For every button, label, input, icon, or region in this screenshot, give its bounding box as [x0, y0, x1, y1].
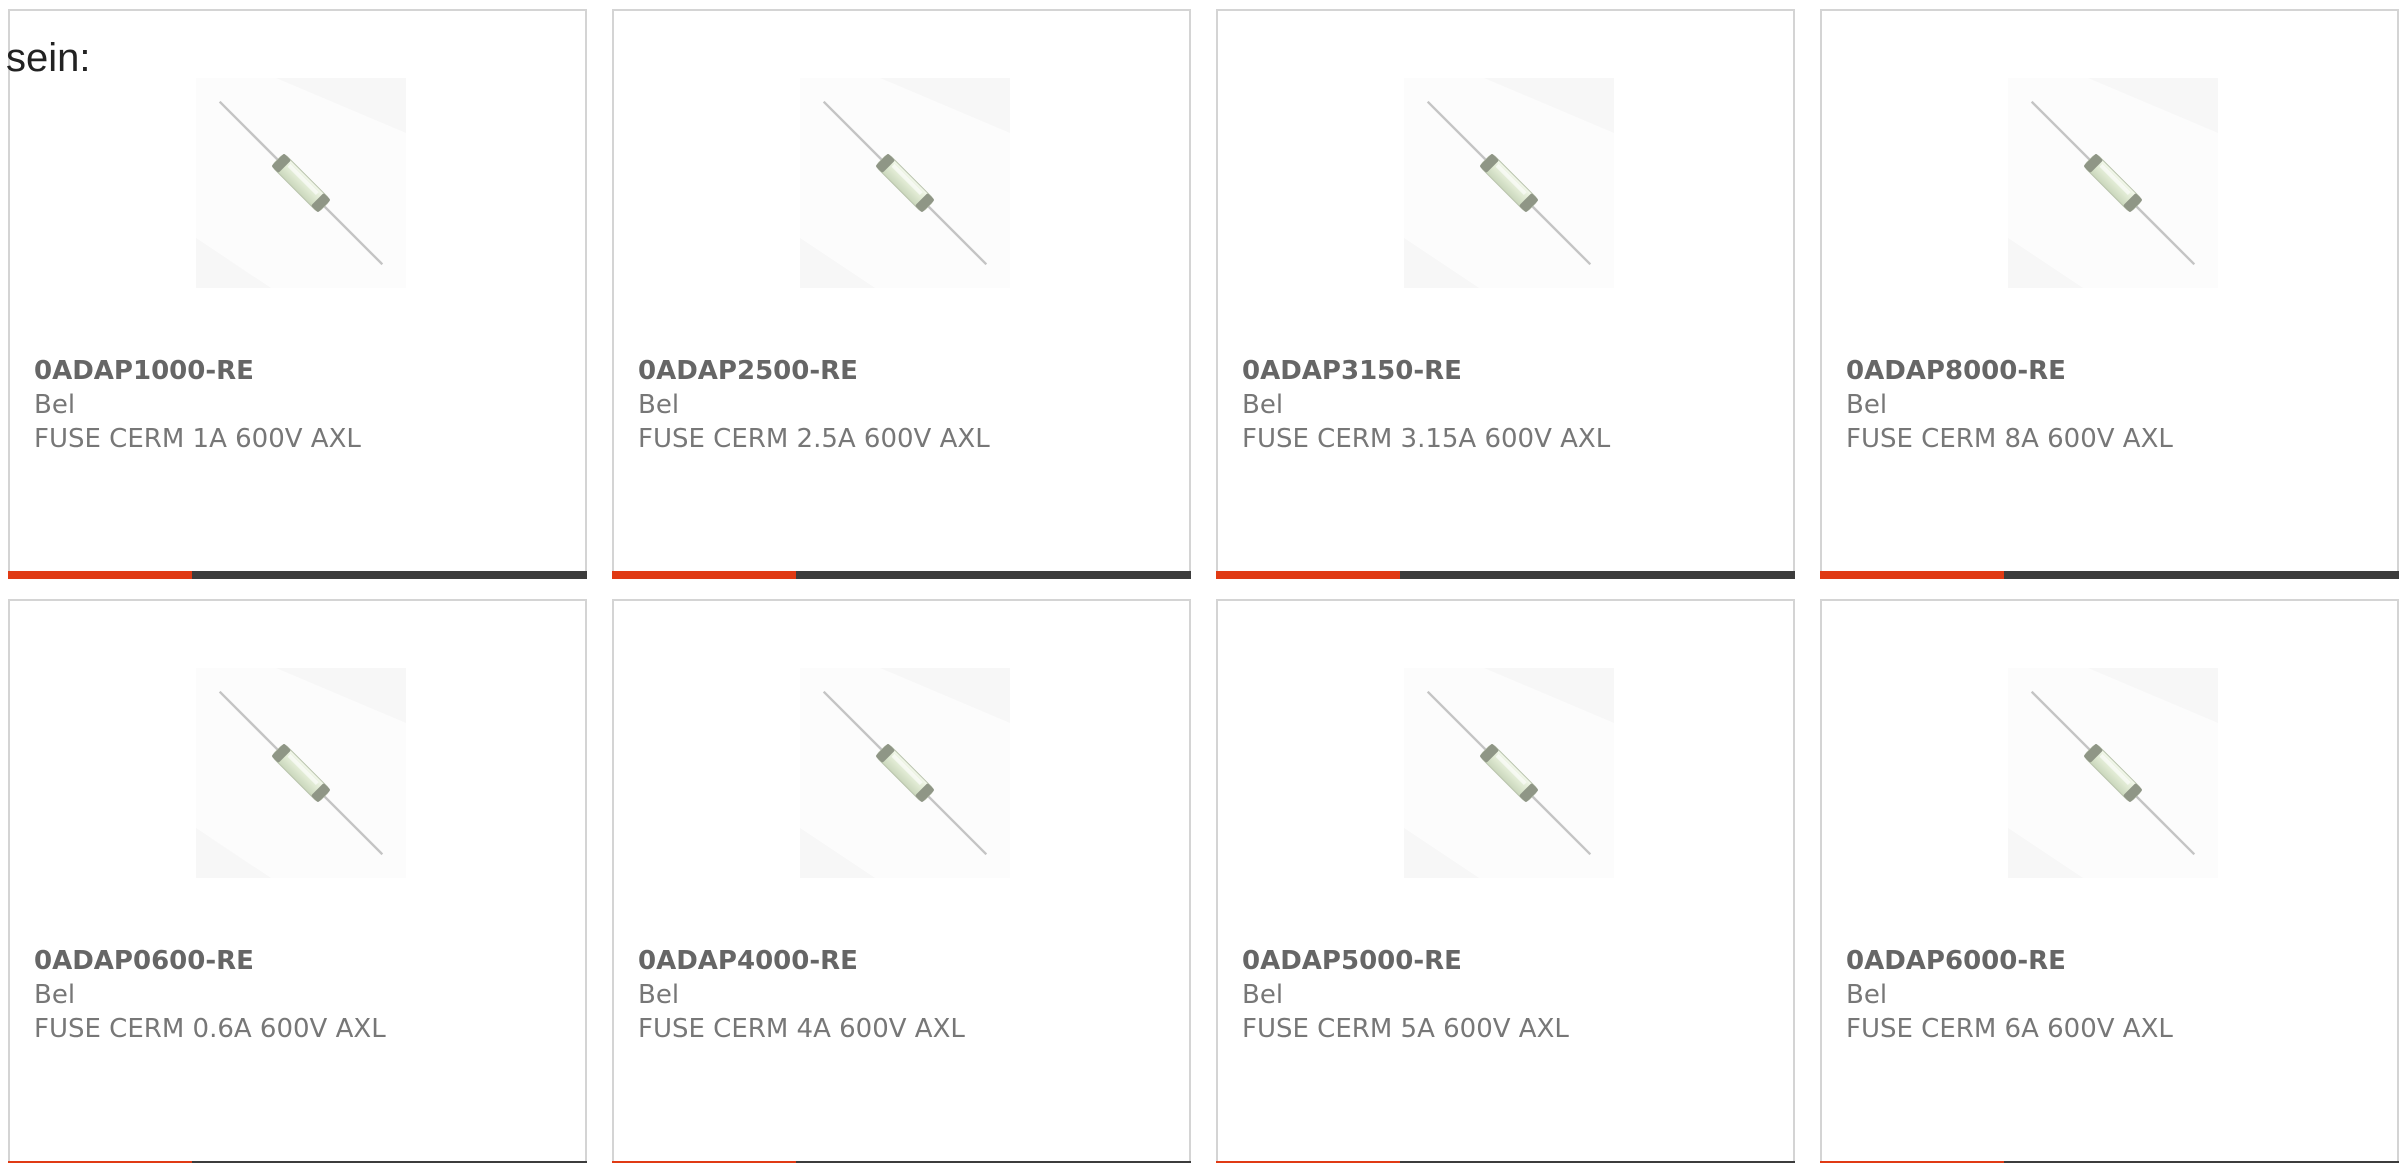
page: sein: 0ADAP1000-RE Bel FUSE CERM 1A 600V…: [0, 0, 2400, 1163]
product-description: FUSE CERM 5A 600V AXL: [1242, 1014, 1569, 1044]
product-description: FUSE CERM 8A 600V AXL: [1846, 424, 2173, 454]
product-card[interactable]: 0ADAP0600-RE Bel FUSE CERM 0.6A 600V AXL: [8, 599, 587, 1163]
card-bottom-bar: [1216, 571, 1795, 579]
product-info: 0ADAP8000-RE Bel FUSE CERM 8A 600V AXL: [1846, 354, 2377, 456]
axial-fuse-image: [800, 668, 1010, 878]
product-grid: 0ADAP1000-RE Bel FUSE CERM 1A 600V AXL 0…: [8, 9, 2399, 1163]
part-number[interactable]: 0ADAP3150-RE: [1242, 354, 1773, 388]
manufacturer: Bel: [34, 390, 76, 420]
axial-fuse-image: [2008, 78, 2218, 288]
product-info: 0ADAP4000-RE Bel FUSE CERM 4A 600V AXL: [638, 944, 1169, 1046]
axial-fuse-image: [196, 78, 406, 288]
card-accent-bar: [1820, 571, 2004, 579]
card-bottom-bar: [1820, 571, 2399, 579]
manufacturer: Bel: [34, 980, 76, 1010]
product-info: 0ADAP2500-RE Bel FUSE CERM 2.5A 600V AXL: [638, 354, 1169, 456]
part-number[interactable]: 0ADAP5000-RE: [1242, 944, 1773, 978]
intro-text: sein:: [6, 36, 91, 80]
product-description: FUSE CERM 6A 600V AXL: [1846, 1014, 2173, 1044]
manufacturer: Bel: [1846, 390, 1888, 420]
product-description: FUSE CERM 3.15A 600V AXL: [1242, 424, 1611, 454]
axial-fuse-image: [1404, 78, 1614, 288]
card-accent-bar: [612, 571, 796, 579]
product-description: FUSE CERM 4A 600V AXL: [638, 1014, 965, 1044]
part-number[interactable]: 0ADAP0600-RE: [34, 944, 565, 978]
axial-fuse-image: [2008, 668, 2218, 878]
product-info: 0ADAP0600-RE Bel FUSE CERM 0.6A 600V AXL: [34, 944, 565, 1046]
part-number[interactable]: 0ADAP1000-RE: [34, 354, 565, 388]
product-card[interactable]: 0ADAP8000-RE Bel FUSE CERM 8A 600V AXL: [1820, 9, 2399, 579]
product-card[interactable]: 0ADAP3150-RE Bel FUSE CERM 3.15A 600V AX…: [1216, 9, 1795, 579]
manufacturer: Bel: [638, 980, 680, 1010]
card-bottom-bar: [8, 571, 587, 579]
axial-fuse-image: [800, 78, 1010, 288]
product-description: FUSE CERM 0.6A 600V AXL: [34, 1014, 386, 1044]
product-description: FUSE CERM 2.5A 600V AXL: [638, 424, 990, 454]
product-card[interactable]: 0ADAP4000-RE Bel FUSE CERM 4A 600V AXL: [612, 599, 1191, 1163]
product-info: 0ADAP5000-RE Bel FUSE CERM 5A 600V AXL: [1242, 944, 1773, 1046]
product-card[interactable]: 0ADAP5000-RE Bel FUSE CERM 5A 600V AXL: [1216, 599, 1795, 1163]
product-info: 0ADAP1000-RE Bel FUSE CERM 1A 600V AXL: [34, 354, 565, 456]
axial-fuse-image: [1404, 668, 1614, 878]
product-info: 0ADAP6000-RE Bel FUSE CERM 6A 600V AXL: [1846, 944, 2377, 1046]
product-info: 0ADAP3150-RE Bel FUSE CERM 3.15A 600V AX…: [1242, 354, 1773, 456]
manufacturer: Bel: [1846, 980, 1888, 1010]
card-bottom-bar: [612, 571, 1191, 579]
product-card[interactable]: 0ADAP2500-RE Bel FUSE CERM 2.5A 600V AXL: [612, 9, 1191, 579]
part-number[interactable]: 0ADAP8000-RE: [1846, 354, 2377, 388]
card-accent-bar: [1216, 571, 1400, 579]
product-description: FUSE CERM 1A 600V AXL: [34, 424, 361, 454]
part-number[interactable]: 0ADAP4000-RE: [638, 944, 1169, 978]
manufacturer: Bel: [638, 390, 680, 420]
axial-fuse-image: [196, 668, 406, 878]
part-number[interactable]: 0ADAP6000-RE: [1846, 944, 2377, 978]
product-card[interactable]: 0ADAP6000-RE Bel FUSE CERM 6A 600V AXL: [1820, 599, 2399, 1163]
card-accent-bar: [8, 571, 192, 579]
product-card[interactable]: 0ADAP1000-RE Bel FUSE CERM 1A 600V AXL: [8, 9, 587, 579]
manufacturer: Bel: [1242, 390, 1284, 420]
manufacturer: Bel: [1242, 980, 1284, 1010]
part-number[interactable]: 0ADAP2500-RE: [638, 354, 1169, 388]
